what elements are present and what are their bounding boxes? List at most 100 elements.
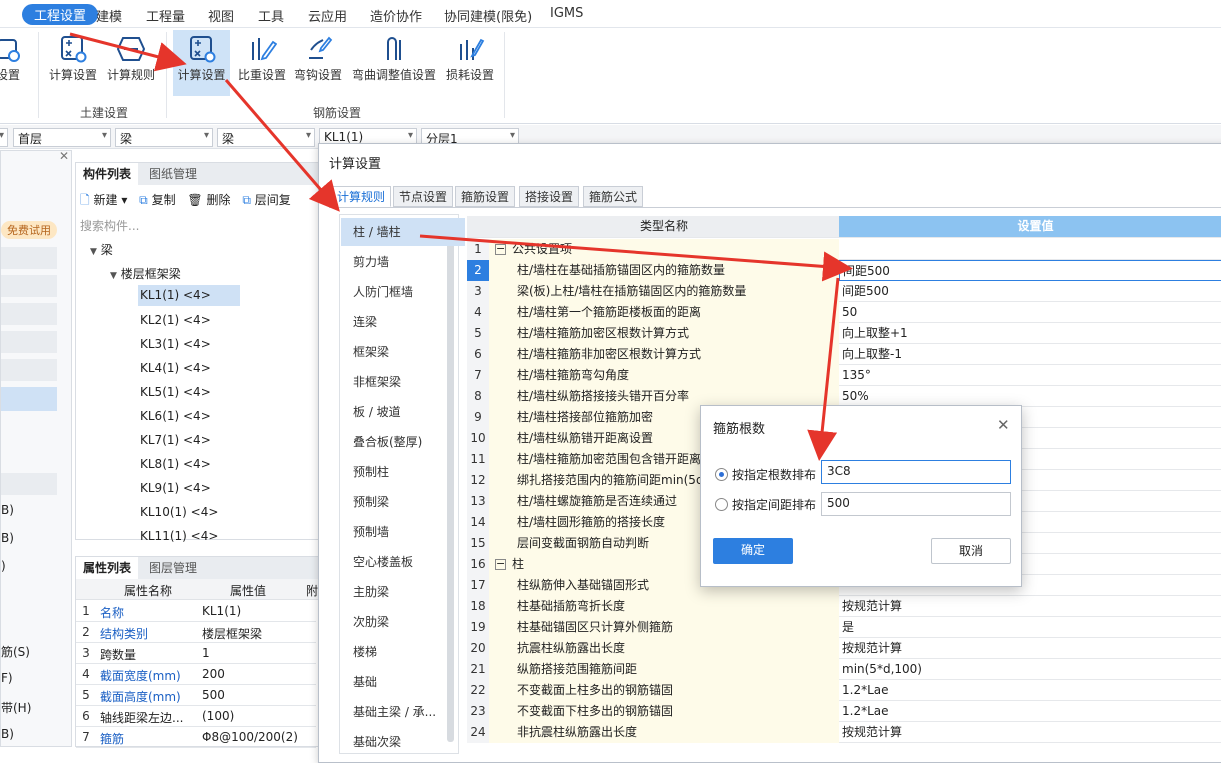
rule-value[interactable]: 135° xyxy=(839,365,1221,386)
floor-combo[interactable]: 首层 xyxy=(13,128,111,147)
category-item[interactable]: 预制柱 xyxy=(341,458,465,486)
civil-calc-settings-button[interactable]: 计算设置 xyxy=(43,30,103,96)
menu-project-settings[interactable]: 工程设置 xyxy=(22,4,99,25)
tree-item-kl1[interactable]: KL1(1) <4> xyxy=(138,285,240,306)
tab-layer-management[interactable]: 图层管理 xyxy=(142,557,205,579)
free-trial-badge[interactable]: 免费试用 xyxy=(1,221,57,239)
left-strip-item[interactable]: F) xyxy=(1,671,13,685)
rules-grid-row[interactable]: 7 柱/墙柱箍筋弯勾角度 135° xyxy=(467,365,1221,386)
rule-value[interactable]: 按规范计算 xyxy=(839,722,1221,743)
category-item[interactable]: 基础 xyxy=(341,668,465,696)
rules-grid-row[interactable]: 21 纵筋搭接范围箍筋间距 min(5*d,100) xyxy=(467,659,1221,680)
category-item[interactable]: 人防门框墙 xyxy=(341,278,465,306)
rules-grid-row[interactable]: 20 抗震柱纵筋露出长度 按规范计算 xyxy=(467,638,1221,659)
category-item[interactable]: 板 / 坡道 xyxy=(341,398,465,426)
rules-grid-row[interactable]: 3 梁(板)上柱/墙柱在插筋锚固区内的箍筋数量 间距500 xyxy=(467,281,1221,302)
rule-value[interactable]: 间距500 xyxy=(839,260,1221,281)
left-strip-item[interactable]: B) xyxy=(1,727,14,741)
rule-value[interactable]: min(5*d,100) xyxy=(839,659,1221,680)
type-combo[interactable]: 梁 xyxy=(115,128,213,147)
property-row[interactable]: 4 截面宽度(mm) 200 xyxy=(76,664,316,685)
menu-modeling[interactable]: 建模 xyxy=(96,6,122,25)
tab-component-list[interactable]: 构件列表 xyxy=(76,163,139,185)
tree-group-floor-frame-beam[interactable]: ▼ 楼层框架梁 xyxy=(110,265,181,282)
menu-quantity[interactable]: 工程量 xyxy=(146,6,185,25)
radio-by-spacing[interactable] xyxy=(715,498,728,511)
cancel-button[interactable]: 取消 xyxy=(931,538,1011,564)
category-column-wall-column[interactable]: 柱 / 墙柱 xyxy=(341,218,465,246)
tree-item[interactable]: KL5(1) <4> xyxy=(140,385,211,399)
category-item[interactable]: 主肋梁 xyxy=(341,578,465,606)
property-row[interactable]: 2 结构类别 楼层框架梁 xyxy=(76,622,316,643)
rebar-calc-settings-button[interactable]: 计算设置 xyxy=(173,30,230,96)
tree-root-beam[interactable]: ▼ 梁 xyxy=(90,241,113,258)
tree-item[interactable]: KL8(1) <4> xyxy=(140,457,211,471)
menu-cost-collab[interactable]: 造价协作 xyxy=(370,6,422,25)
left-strip-item[interactable]: B) xyxy=(1,531,14,545)
rule-value[interactable]: 按规范计算 xyxy=(839,596,1221,617)
ok-button[interactable]: 确定 xyxy=(713,538,793,564)
rules-grid-row[interactable]: 8 柱/墙柱纵筋搭接接头错开百分率 50% xyxy=(467,386,1221,407)
rule-value[interactable] xyxy=(839,239,1221,260)
rules-grid-row[interactable]: 2 柱/墙柱在基础插筋锚固区内的箍筋数量 间距500 xyxy=(467,260,1221,281)
property-row[interactable]: 3 跨数量 1 xyxy=(76,643,316,664)
rules-grid-row[interactable]: 5 柱/墙柱箍筋加密区根数计算方式 向上取整+1 xyxy=(467,323,1221,344)
left-strip-item[interactable]: 筋(S) xyxy=(1,643,30,660)
left-strip-item[interactable]: ) xyxy=(1,559,6,573)
rules-grid-row[interactable]: 18 柱基础插筋弯折长度 按规范计算 xyxy=(467,596,1221,617)
rule-value[interactable]: 向上取整+1 xyxy=(839,323,1221,344)
category-item[interactable]: 楼梯 xyxy=(341,638,465,666)
category-item[interactable]: 连梁 xyxy=(341,308,465,336)
category-item[interactable]: 基础次梁 xyxy=(341,728,465,756)
settings-button[interactable]: 设置 xyxy=(0,30,30,96)
tree-item[interactable]: KL10(1) <4> xyxy=(140,505,218,519)
property-row[interactable]: 5 截面高度(mm) 500 xyxy=(76,685,316,706)
delete-button[interactable]: 🗑 删除 xyxy=(187,193,230,207)
rules-grid-row[interactable]: 24 非抗震柱纵筋露出长度 按规范计算 xyxy=(467,722,1221,743)
rule-value[interactable]: 间距500 xyxy=(839,281,1221,302)
rules-grid-row[interactable]: 4 柱/墙柱第一个箍筋距楼板面的距离 50 xyxy=(467,302,1221,323)
tree-item[interactable]: KL2(1) <4> xyxy=(140,313,211,327)
rules-grid-row[interactable]: 22 不变截面上柱多出的钢筋锚固 1.2*Lae xyxy=(467,680,1221,701)
left-strip-item[interactable]: 带(H) xyxy=(1,699,31,716)
hook-settings-button[interactable]: 弯钩设置 xyxy=(288,30,348,96)
tree-item[interactable]: KL6(1) <4> xyxy=(140,409,211,423)
rule-value[interactable]: 1.2*Lae xyxy=(839,701,1221,722)
rule-value[interactable]: 按规范计算 xyxy=(839,638,1221,659)
rules-grid-row[interactable]: 6 柱/墙柱箍筋非加密区根数计算方式 向上取整-1 xyxy=(467,344,1221,365)
subtype-combo[interactable]: 梁 xyxy=(217,128,315,147)
tree-item[interactable]: KL7(1) <4> xyxy=(140,433,211,447)
rule-value[interactable]: 是 xyxy=(839,617,1221,638)
category-item[interactable]: 剪力墙 xyxy=(341,248,465,276)
floor-copy-button[interactable]: ⧉ 层间复 xyxy=(242,193,290,207)
menu-tools[interactable]: 工具 xyxy=(258,6,284,25)
category-item[interactable]: 次肋梁 xyxy=(341,608,465,636)
tree-item[interactable]: KL9(1) <4> xyxy=(140,481,211,495)
rules-grid-row[interactable]: 1− 公共设置项 xyxy=(467,239,1221,260)
tree-item[interactable]: KL4(1) <4> xyxy=(140,361,211,375)
rules-grid-row[interactable]: 19 柱基础锚固区只计算外侧箍筋是 xyxy=(467,617,1221,638)
collapse-box-icon[interactable]: − xyxy=(495,558,506,570)
property-row[interactable]: 6 轴线距梁左边... (100) xyxy=(76,706,316,727)
loss-settings-button[interactable]: 损耗设置 xyxy=(440,30,500,96)
tree-item[interactable]: KL3(1) <4> xyxy=(140,337,211,351)
spacing-input[interactable]: 500 xyxy=(821,492,1011,516)
menu-collab-modeling[interactable]: 协同建模(限免) xyxy=(444,6,532,25)
tab-stirrup-formula[interactable]: 箍筋公式 xyxy=(583,186,644,207)
close-icon[interactable]: ✕ xyxy=(997,416,1010,434)
property-row[interactable]: 1 名称 KL1(1) xyxy=(76,601,316,622)
collapse-box-icon[interactable]: − xyxy=(495,243,506,255)
rule-value[interactable]: 50% xyxy=(839,386,1221,407)
tree-item[interactable]: KL11(1) <4> xyxy=(140,529,218,543)
category-item[interactable]: 预制梁 xyxy=(341,488,465,516)
tab-node-settings[interactable]: 节点设置 xyxy=(393,186,454,207)
menu-view[interactable]: 视图 xyxy=(208,6,234,25)
combo-stub[interactable] xyxy=(0,128,8,147)
tab-drawing-management[interactable]: 图纸管理 xyxy=(142,163,205,185)
rule-value[interactable]: 向上取整-1 xyxy=(839,344,1221,365)
menu-cloud[interactable]: 云应用 xyxy=(308,6,347,25)
radio-by-count[interactable] xyxy=(715,468,728,481)
category-item[interactable]: 叠合板(整厚) xyxy=(341,428,465,456)
density-settings-button[interactable]: 比重设置 xyxy=(232,30,292,96)
tab-lap-settings[interactable]: 搭接设置 xyxy=(519,186,580,207)
